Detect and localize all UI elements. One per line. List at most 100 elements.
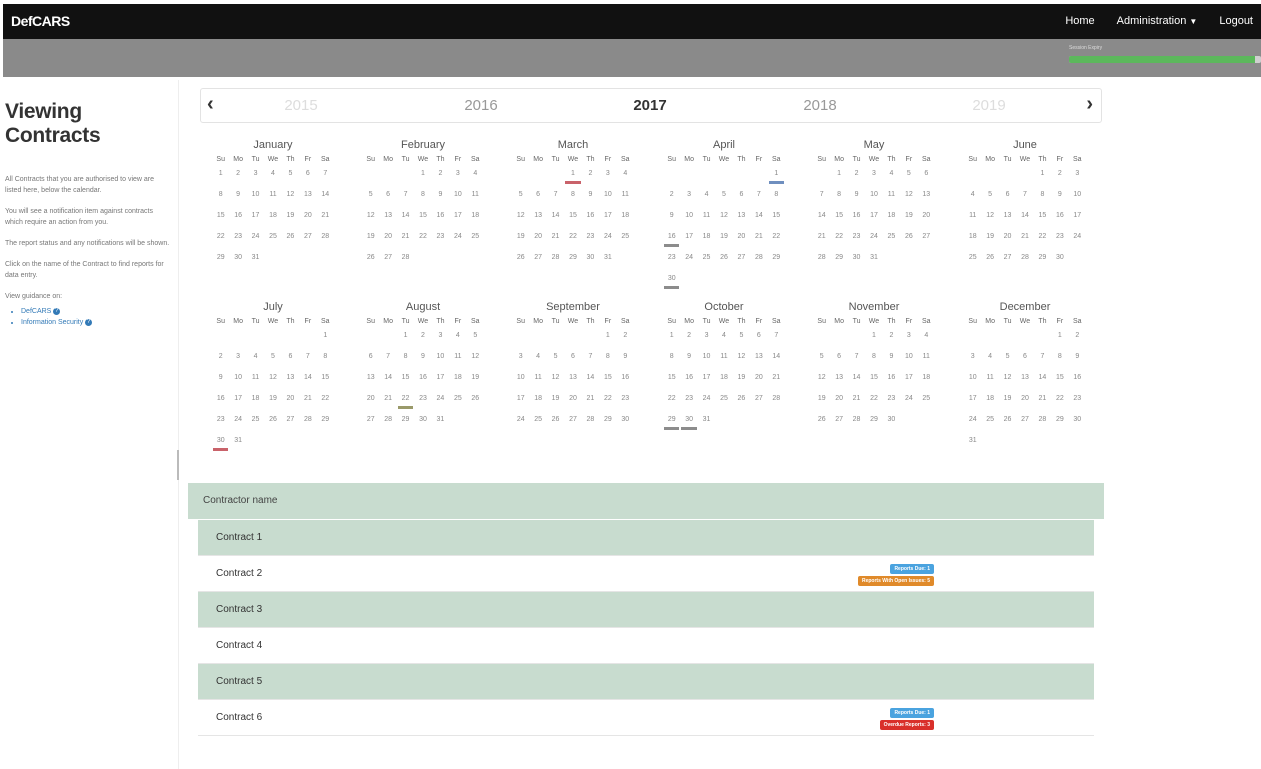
calendar-day[interactable]: 10: [247, 188, 264, 209]
calendar-day[interactable]: 25: [964, 251, 981, 272]
year-option[interactable]: 2015: [271, 97, 331, 114]
calendar-day[interactable]: 19: [813, 392, 830, 413]
calendar-day[interactable]: 16: [848, 209, 865, 230]
calendar-day[interactable]: 22: [830, 230, 847, 251]
calendar-day[interactable]: 14: [379, 371, 396, 392]
calendar-day[interactable]: 9: [663, 209, 680, 230]
calendar-day[interactable]: 9: [212, 371, 229, 392]
calendar-day[interactable]: 12: [547, 371, 564, 392]
calendar-day[interactable]: 12: [512, 209, 529, 230]
calendar-day[interactable]: 15: [599, 371, 616, 392]
calendar-day[interactable]: 1: [414, 167, 431, 188]
calendar-day[interactable]: 31: [599, 251, 616, 272]
calendar-day[interactable]: 24: [1069, 230, 1086, 251]
calendar-day[interactable]: 9: [432, 188, 449, 209]
calendar-day[interactable]: 16: [1051, 209, 1068, 230]
calendar-day[interactable]: 25: [449, 392, 466, 413]
calendar-day[interactable]: 13: [750, 350, 767, 371]
calendar-day[interactable]: 25: [617, 230, 634, 251]
calendar-day[interactable]: 25: [698, 251, 715, 272]
contract-row[interactable]: Contract 6 Reports Due: 1 Overdue Reports:…: [198, 700, 1094, 736]
calendar-day[interactable]: 21: [582, 392, 599, 413]
calendar-day[interactable]: 12: [467, 350, 484, 371]
calendar-day[interactable]: 8: [1051, 350, 1068, 371]
contract-name[interactable]: Contract 6: [216, 712, 262, 723]
calendar-day[interactable]: 31: [229, 434, 246, 455]
calendar-day[interactable]: 23: [1069, 392, 1086, 413]
calendar-day[interactable]: 7: [317, 167, 334, 188]
status-badge[interactable]: Reports Due: 1: [890, 708, 934, 718]
calendar-day[interactable]: 22: [212, 230, 229, 251]
calendar-day[interactable]: 18: [247, 392, 264, 413]
calendar-day[interactable]: 6: [362, 350, 379, 371]
calendar-day[interactable]: 9: [229, 188, 246, 209]
calendar-day[interactable]: 7: [750, 188, 767, 209]
calendar-day[interactable]: 6: [379, 188, 396, 209]
calendar-day[interactable]: 4: [883, 167, 900, 188]
calendar-day[interactable]: 3: [900, 329, 917, 350]
calendar-day[interactable]: 5: [715, 188, 732, 209]
calendar-day[interactable]: 31: [698, 413, 715, 434]
calendar-day[interactable]: 14: [750, 209, 767, 230]
calendar-day[interactable]: 7: [1016, 188, 1033, 209]
calendar-day[interactable]: 17: [1069, 209, 1086, 230]
calendar-day[interactable]: 28: [768, 392, 785, 413]
calendar-day[interactable]: 24: [900, 392, 917, 413]
calendar-day[interactable]: 13: [529, 209, 546, 230]
calendar-day[interactable]: 17: [432, 371, 449, 392]
year-option-selected[interactable]: 2017: [620, 97, 680, 114]
calendar-day[interactable]: 25: [715, 392, 732, 413]
calendar-day[interactable]: 15: [212, 209, 229, 230]
calendar-day[interactable]: 24: [449, 230, 466, 251]
calendar-day[interactable]: 28: [582, 413, 599, 434]
calendar-day[interactable]: 1: [1034, 167, 1051, 188]
calendar-day[interactable]: 2: [212, 350, 229, 371]
contract-name[interactable]: Contract 2: [216, 568, 262, 579]
calendar-day[interactable]: 1: [830, 167, 847, 188]
calendar-day[interactable]: 26: [547, 413, 564, 434]
calendar-day[interactable]: 17: [229, 392, 246, 413]
status-badge[interactable]: Reports With Open Issues: 5: [857, 576, 934, 586]
calendar-day[interactable]: 3: [432, 329, 449, 350]
calendar-day[interactable]: 7: [379, 350, 396, 371]
calendar-day[interactable]: 20: [830, 392, 847, 413]
calendar-day[interactable]: 2: [848, 167, 865, 188]
calendar-day[interactable]: 23: [848, 230, 865, 251]
calendar-day[interactable]: 13: [733, 209, 750, 230]
calendar-day[interactable]: 26: [900, 230, 917, 251]
calendar-day[interactable]: 21: [547, 230, 564, 251]
calendar-day[interactable]: 24: [229, 413, 246, 434]
calendar-day[interactable]: 27: [733, 251, 750, 272]
year-option[interactable]: 2018: [790, 97, 850, 114]
calendar-day[interactable]: 27: [999, 251, 1016, 272]
calendar-day[interactable]: 27: [379, 251, 396, 272]
calendar-day[interactable]: 3: [449, 167, 466, 188]
calendar-day[interactable]: 20: [999, 230, 1016, 251]
calendar-day[interactable]: 24: [680, 251, 697, 272]
contractor-name-header[interactable]: Contractor name: [188, 483, 1104, 519]
calendar-day[interactable]: 11: [247, 371, 264, 392]
calendar-day[interactable]: 3: [964, 350, 981, 371]
calendar-day[interactable]: 17: [247, 209, 264, 230]
calendar-day[interactable]: 15: [317, 371, 334, 392]
calendar-day[interactable]: 9: [617, 350, 634, 371]
calendar-day[interactable]: 13: [999, 209, 1016, 230]
calendar-day[interactable]: 22: [564, 230, 581, 251]
calendar-day[interactable]: 16: [229, 209, 246, 230]
calendar-day[interactable]: 1: [317, 329, 334, 350]
calendar-day[interactable]: 18: [715, 371, 732, 392]
calendar-day[interactable]: 22: [1034, 230, 1051, 251]
calendar-day[interactable]: 22: [865, 392, 882, 413]
calendar-day[interactable]: 23: [414, 392, 431, 413]
calendar-day[interactable]: 3: [247, 167, 264, 188]
calendar-day[interactable]: 20: [379, 230, 396, 251]
calendar-day[interactable]: 10: [680, 209, 697, 230]
calendar-day[interactable]: 29: [1034, 251, 1051, 272]
calendar-day[interactable]: 28: [547, 251, 564, 272]
calendar-day[interactable]: 18: [617, 209, 634, 230]
calendar-day[interactable]: 20: [918, 209, 935, 230]
calendar-day[interactable]: 16: [1069, 371, 1086, 392]
calendar-day[interactable]: 3: [865, 167, 882, 188]
calendar-day[interactable]: 15: [397, 371, 414, 392]
calendar-day[interactable]: 17: [698, 371, 715, 392]
